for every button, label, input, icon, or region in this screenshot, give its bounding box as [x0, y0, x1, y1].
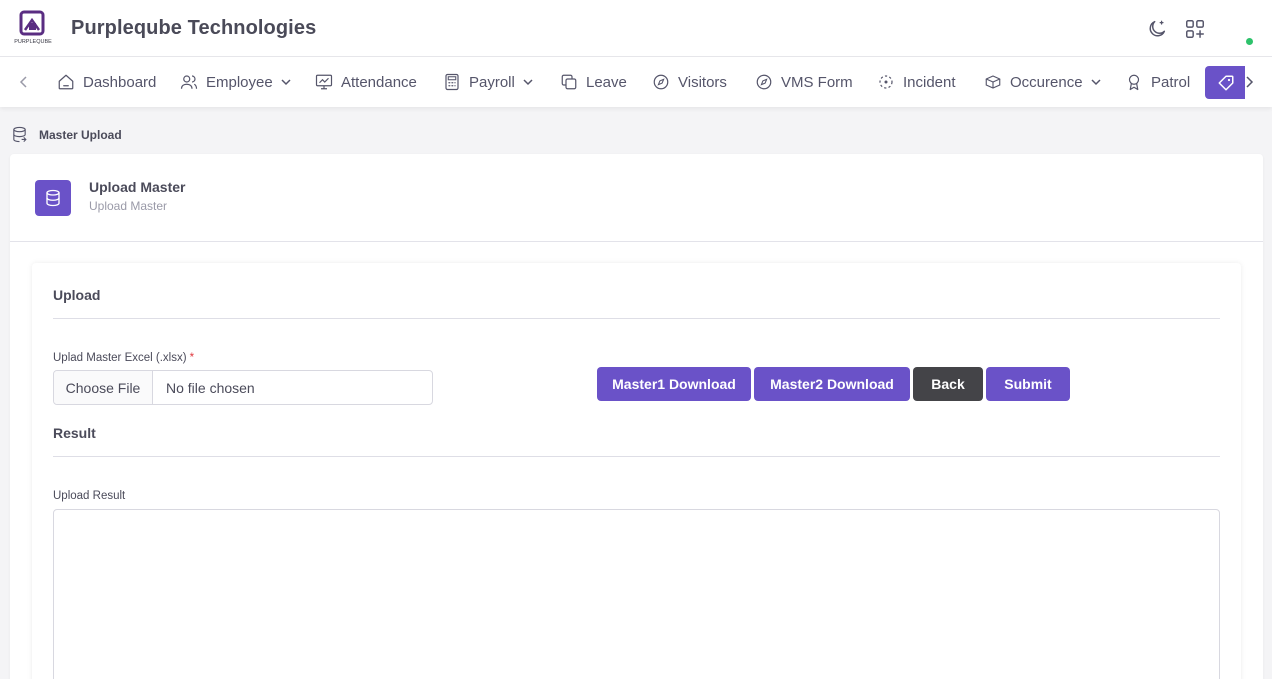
company-name: Purpleqube Technologies	[71, 17, 317, 39]
online-status-dot	[1246, 38, 1253, 45]
main-navbar: Dashboard Employee Attendance Payroll Le…	[0, 57, 1272, 107]
breadcrumb-label: Master Upload	[39, 127, 122, 142]
card-header-icon	[35, 180, 71, 216]
nav-item-attendance[interactable]: Attendance	[315, 57, 417, 107]
result-section-title: Result	[53, 425, 96, 441]
nav-item-patrol[interactable]: Patrol	[1125, 57, 1190, 107]
nav-item-visitors[interactable]: Visitors	[652, 57, 727, 107]
nav-item-label: Patrol	[1151, 73, 1191, 91]
upload-field-label: Uplad Master Excel (.xlsx) *	[53, 352, 194, 364]
nav-scroll-right-button[interactable]	[1239, 72, 1259, 92]
back-button[interactable]: Back	[913, 367, 983, 401]
nav-item-vms-form[interactable]: VMS Form	[755, 57, 853, 107]
upload-master-card: Upload Master Upload Master Upload Uplad…	[10, 154, 1263, 679]
divider	[53, 456, 1220, 457]
home-icon	[58, 74, 74, 90]
nav-item-dashboard[interactable]: Dashboard	[57, 57, 156, 107]
nav-item-label: Incident	[903, 73, 956, 91]
nav-scroll-left-button[interactable]	[14, 72, 34, 92]
focus-icon	[879, 75, 893, 89]
master2-download-button[interactable]: Master2 Download	[754, 367, 910, 401]
upload-field-label-text: Uplad Master Excel (.xlsx)	[53, 352, 187, 364]
submit-button[interactable]: Submit	[986, 367, 1070, 401]
required-mark: *	[189, 352, 195, 364]
card-header: Upload Master Upload Master	[10, 154, 1263, 242]
apps-add-icon[interactable]	[1184, 18, 1206, 40]
nav-item-label: Dashboard	[83, 73, 157, 91]
nav-item-label: Visitors	[678, 73, 727, 91]
nav-item-occurence[interactable]: Occurence	[984, 57, 1101, 107]
chart-monitor-icon	[315, 74, 333, 90]
compass-icon	[756, 74, 772, 90]
compass-icon	[653, 74, 669, 90]
top-header: PURPLEQUBE Purpleqube Technologies	[0, 0, 1272, 57]
breadcrumb: Master Upload	[11, 126, 122, 143]
nav-item-label: Attendance	[341, 73, 417, 91]
master1-download-button[interactable]: Master1 Download	[597, 367, 751, 401]
copy-icon	[561, 74, 577, 90]
choose-file-button[interactable]: Choose File	[54, 371, 153, 404]
chevron-down-icon	[523, 78, 533, 85]
page-title: Upload Master	[89, 179, 186, 195]
nav-item-label: VMS Form	[781, 73, 853, 91]
database-icon	[13, 126, 27, 143]
nav-item-label: Leave	[586, 73, 627, 91]
chevron-down-icon	[281, 78, 291, 85]
nav-item-leave[interactable]: Leave	[560, 57, 627, 107]
chevron-down-icon	[1091, 78, 1101, 85]
calculator-icon	[445, 73, 459, 91]
award-icon	[1128, 74, 1140, 91]
page-subtitle: Upload Master	[89, 199, 168, 213]
database-icon	[46, 189, 60, 207]
file-status-text: No file chosen	[166, 379, 255, 396]
company-logo[interactable]: PURPLEQUBE	[14, 10, 52, 48]
nav-item-label: Occurence	[1010, 73, 1083, 91]
svg-text:PURPLEQUBE: PURPLEQUBE	[14, 39, 52, 45]
nav-item-employee[interactable]: Employee	[180, 57, 291, 107]
nav-item-label: Employee	[206, 73, 273, 91]
moon-icon[interactable]	[1146, 18, 1168, 40]
upload-result-textarea[interactable]	[53, 509, 1220, 679]
nav-item-payroll[interactable]: Payroll	[443, 57, 533, 107]
tag-icon	[1218, 75, 1234, 90]
chevron-left-icon	[19, 76, 27, 88]
divider	[53, 318, 1220, 319]
users-icon	[180, 75, 198, 89]
nav-item-incident[interactable]: Incident	[877, 57, 956, 107]
chevron-right-icon	[1246, 76, 1254, 88]
nav-item-label: Payroll	[469, 73, 515, 91]
upload-form-panel: Upload Uplad Master Excel (.xlsx) * Choos…	[32, 263, 1241, 679]
boxes-icon	[985, 75, 1001, 89]
result-field-label: Upload Result	[53, 490, 126, 502]
excel-file-input[interactable]: Choose File No file chosen	[53, 370, 433, 405]
upload-section-title: Upload	[53, 287, 101, 303]
